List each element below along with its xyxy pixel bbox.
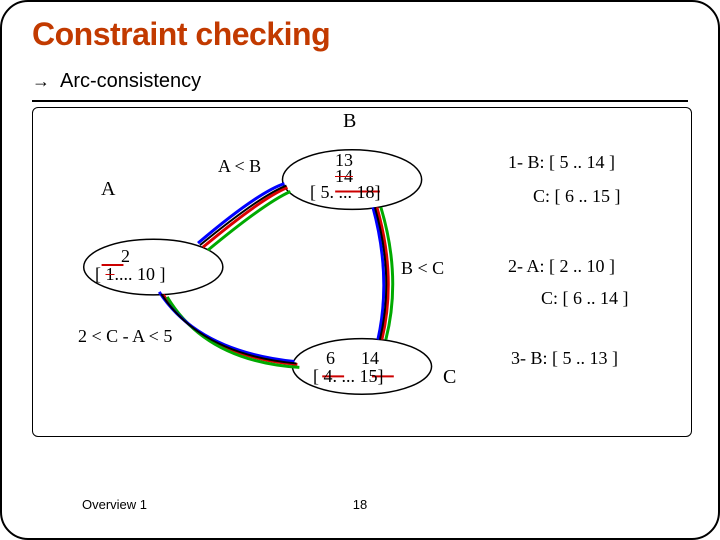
- bullet-text: Arc-consistency: [60, 70, 201, 93]
- node-a-bracket: [: [95, 264, 106, 284]
- diagram-frame: B 13 14 [ 5. ... 18] A 2 [ 1.... 10 ] 6 …: [32, 107, 692, 437]
- bullet-line: → Arc-consistency: [32, 70, 201, 93]
- node-a-oldlower: 1: [106, 264, 115, 284]
- edge-bc-label: B < C: [401, 258, 444, 279]
- step-3b: 3- B: [ 5 .. 13 ]: [511, 348, 618, 369]
- edge-ca-label: 2 < C - A < 5: [78, 326, 172, 347]
- arrow-icon: →: [32, 71, 50, 92]
- step-1c: C: [ 6 .. 15 ]: [533, 186, 621, 207]
- node-a-label: A: [101, 178, 115, 201]
- slide: Constraint checking → Arc-consistency: [0, 0, 720, 540]
- node-b-label: B: [343, 110, 356, 133]
- node-c-range: [ 4. ... 15]: [313, 366, 384, 387]
- step-2c: C: [ 6 .. 14 ]: [541, 288, 629, 309]
- node-c-label: C: [443, 366, 456, 389]
- edge-ab-label: A < B: [218, 156, 261, 177]
- slide-title: Constraint checking: [32, 16, 330, 53]
- divider: [32, 100, 688, 102]
- node-a-rangerest: .... 10 ]: [115, 264, 166, 284]
- node-b-range: [ 5. ... 18]: [310, 182, 381, 203]
- step-2a: 2- A: [ 2 .. 10 ]: [508, 256, 615, 277]
- footer-left: Overview 1: [82, 497, 147, 512]
- footer-page: 18: [353, 497, 367, 512]
- step-1b: 1- B: [ 5 .. 14 ]: [508, 152, 615, 173]
